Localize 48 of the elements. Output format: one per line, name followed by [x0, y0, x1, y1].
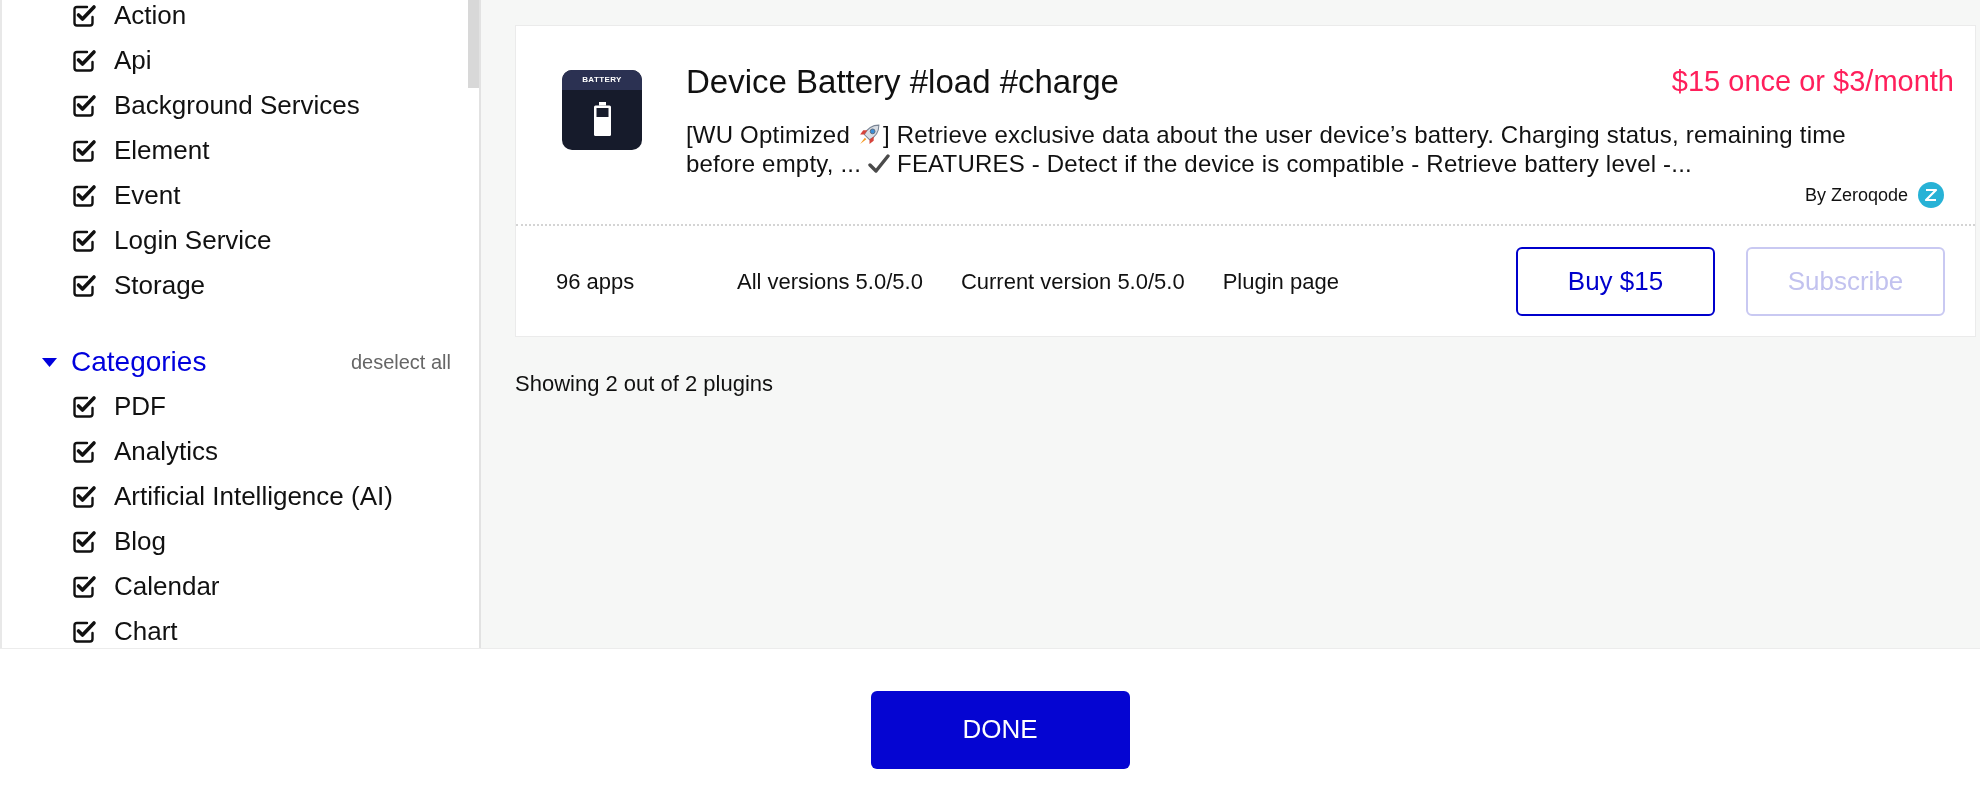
filter-label[interactable]: Calendar	[114, 567, 220, 606]
checked-checkbox-icon[interactable]	[72, 619, 97, 644]
filter-label[interactable]: Element	[114, 131, 210, 170]
checked-checkbox-icon[interactable]	[72, 3, 97, 28]
done-button[interactable]: DONE	[870, 690, 1130, 769]
checked-checkbox-icon[interactable]	[72, 273, 97, 298]
filter-label[interactable]: Login Service	[114, 221, 272, 260]
filter-label[interactable]: Api	[114, 41, 152, 80]
deselect-all-link[interactable]: deselect all	[350, 347, 451, 377]
scrollbar-thumb[interactable]	[468, 0, 479, 88]
tile-caption: BATTERY	[582, 76, 622, 84]
stat-text: All versions 5.0/5.0	[737, 267, 923, 296]
checked-checkbox-icon[interactable]	[72, 48, 97, 73]
caret-icon[interactable]	[42, 357, 57, 367]
checked-checkbox-icon[interactable]	[72, 574, 97, 599]
checked-checkbox-icon[interactable]	[72, 439, 97, 464]
checked-checkbox-icon[interactable]	[72, 529, 97, 554]
author-name: By Zeroqode	[1804, 183, 1908, 207]
checked-checkbox-icon[interactable]	[72, 138, 97, 163]
filter-label[interactable]: Chart	[114, 612, 178, 648]
logo-icon	[1918, 182, 1944, 208]
checked-checkbox-icon[interactable]	[72, 228, 97, 253]
filter-label[interactable]: PDF	[114, 387, 166, 426]
plugin-page-link[interactable]: Plugin page	[1222, 264, 1339, 298]
buy-button[interactable]: Buy $15	[1516, 246, 1715, 316]
checked-checkbox-icon[interactable]	[72, 183, 97, 208]
filter-label[interactable]: Storage	[114, 266, 206, 305]
filter-label[interactable]: Event	[114, 176, 181, 215]
check-mark-icon	[868, 152, 891, 175]
description-text: FEATURES - Detect if the device is compatible - Retrieve battery level -...	[897, 148, 1692, 179]
plugin-price: $15 once or $3/month	[1671, 64, 1954, 100]
checked-checkbox-icon[interactable]	[72, 93, 97, 118]
description-text: [WU Optimized	[686, 119, 850, 150]
stat-text: Current version 5.0/5.0	[960, 267, 1185, 296]
description-text: before empty, ...	[686, 148, 862, 179]
checked-checkbox-icon[interactable]	[72, 394, 97, 419]
filter-label[interactable]: Action	[114, 0, 187, 35]
battery-icon	[593, 102, 611, 136]
filter-label[interactable]: Blog	[114, 522, 167, 561]
filter-label[interactable]: Background Services	[114, 86, 360, 125]
checked-checkbox-icon[interactable]	[72, 484, 97, 509]
filter-label[interactable]: Analytics	[114, 432, 219, 471]
description-text: ] Retrieve exclusive data about the user device’s battery. Charging status, remaining time	[882, 119, 1846, 150]
plugin-title[interactable]: Device Battery #load #charge	[686, 57, 1119, 107]
filter-label[interactable]: Artificial Intelligence (AI)	[114, 477, 393, 516]
results-summary: Showing 2 out of 2 plugins	[515, 370, 775, 398]
group-title[interactable]: Categories	[71, 341, 207, 383]
stat-text: 96 apps	[556, 267, 636, 296]
